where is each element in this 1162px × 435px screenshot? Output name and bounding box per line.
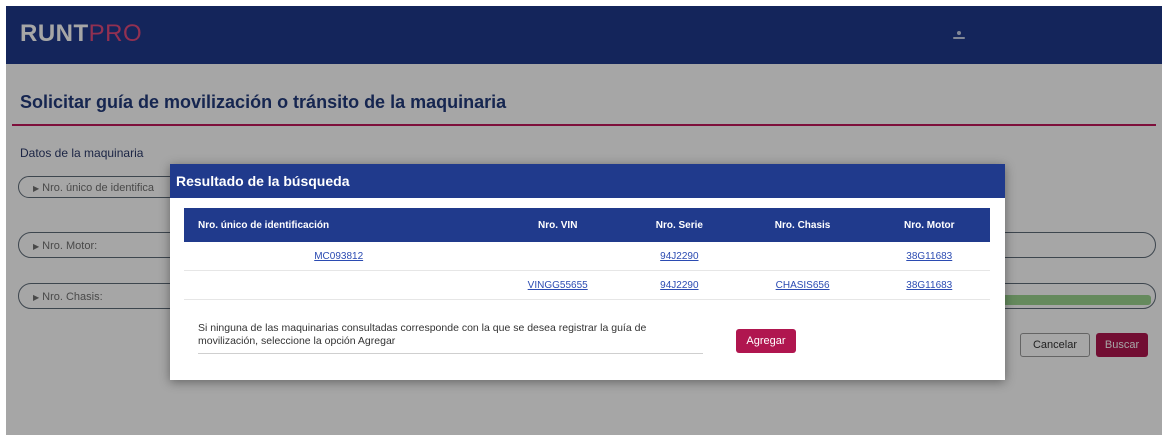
result-link[interactable]: 94J2290 — [660, 251, 698, 262]
table-cell: 38G11683 — [868, 270, 990, 300]
table-cell: 94J2290 — [622, 270, 737, 300]
column-header: Nro. Motor — [868, 208, 990, 242]
table-cell: CHASIS656 — [736, 270, 869, 300]
table-cell: 94J2290 — [622, 242, 737, 271]
search-results-modal: Resultado de la búsqueda Nro. único de i… — [170, 164, 1005, 380]
column-header: Nro. Chasis — [736, 208, 869, 242]
table-cell — [736, 242, 869, 271]
table-cell: 38G11683 — [868, 242, 990, 271]
table-row: VINGG55655 94J2290 CHASIS656 38G11683 — [184, 270, 990, 300]
table-cell — [184, 270, 494, 300]
result-link[interactable]: 38G11683 — [906, 280, 952, 291]
table-header-row: Nro. único de identificación Nro. VIN Nr… — [184, 208, 990, 242]
result-link[interactable]: 94J2290 — [660, 280, 698, 291]
column-header: Nro. VIN — [493, 208, 623, 242]
table-cell: MC093812 — [184, 242, 494, 271]
result-link[interactable]: 38G11683 — [906, 251, 952, 262]
add-button[interactable]: Agregar — [736, 329, 796, 353]
column-header: Nro. Serie — [622, 208, 737, 242]
table-cell — [493, 242, 623, 271]
result-link[interactable]: MC093812 — [314, 251, 363, 262]
column-header: Nro. único de identificación — [184, 208, 494, 242]
result-link[interactable]: VINGG55655 — [528, 280, 588, 291]
table-row: MC093812 94J2290 38G11683 — [184, 242, 990, 271]
modal-note: Si ninguna de las maquinarias consultada… — [198, 322, 703, 354]
results-table: Nro. único de identificación Nro. VIN Nr… — [184, 208, 990, 300]
app-window: RUNTPRO Solicitar guía de movilización o… — [6, 6, 1162, 435]
table-cell: VINGG55655 — [493, 270, 623, 300]
result-link[interactable]: CHASIS656 — [776, 280, 830, 291]
modal-title: Resultado de la búsqueda — [170, 164, 1005, 198]
